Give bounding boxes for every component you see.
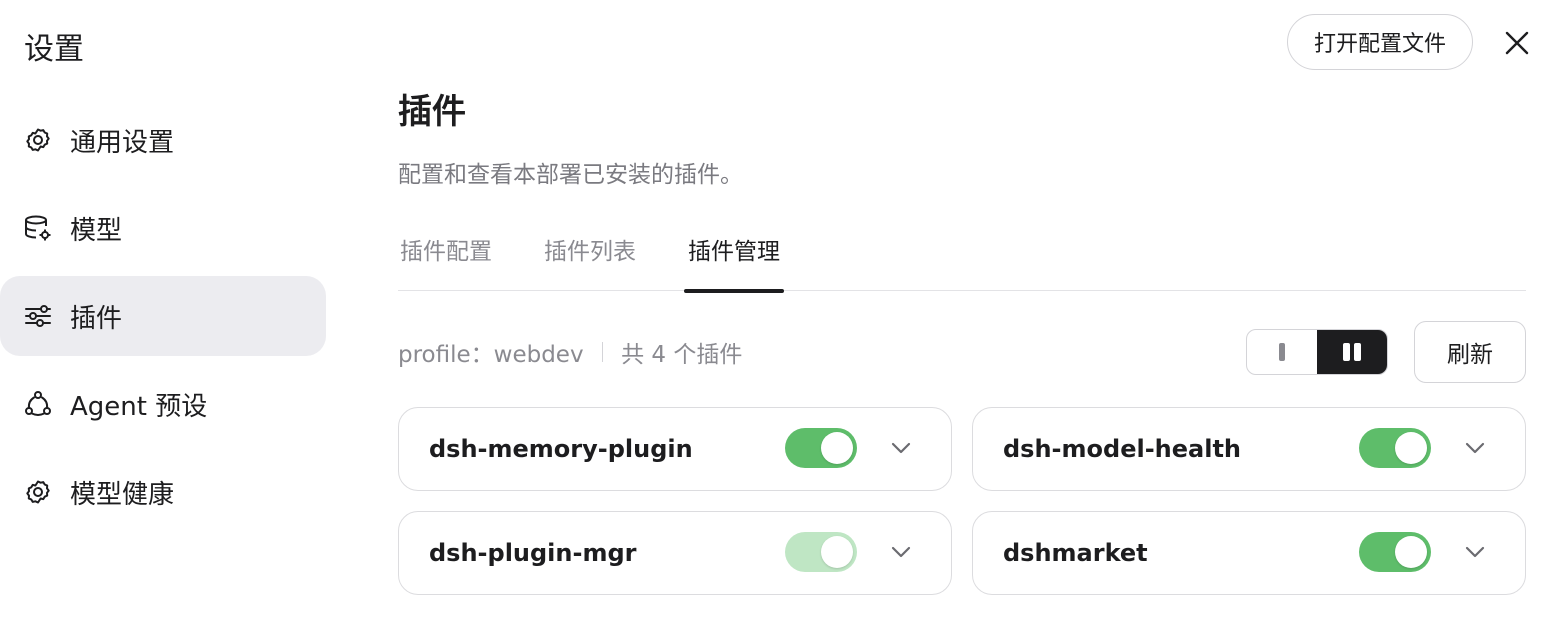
single-column-view-button[interactable] xyxy=(1247,330,1317,374)
sidebar-item-plugins[interactable]: 插件 xyxy=(0,276,326,356)
chevron-down-icon[interactable] xyxy=(887,434,915,462)
tab-plugin-list[interactable]: 插件列表 xyxy=(542,229,638,291)
sidebar-item-general-settings[interactable]: 通用设置 xyxy=(0,100,326,180)
chevron-down-icon[interactable] xyxy=(1461,538,1489,566)
sidebar-item-models[interactable]: 模型 xyxy=(0,188,326,268)
sliders-icon xyxy=(22,300,54,332)
plugin-count: 共 4 个插件 xyxy=(621,342,743,368)
main-panel: 插件 配置和查看本部署已安装的插件。 插件配置 插件列表 插件管理 profil… xyxy=(398,80,1526,595)
page-title: 插件 xyxy=(398,92,466,132)
toggle-knob xyxy=(821,432,853,464)
sidebar-item-model-health[interactable]: 模型健康 xyxy=(0,452,326,532)
plugin-card: dsh-memory-plugin xyxy=(398,407,952,491)
sidebar: 通用设置 模型 插件 Agent 预设 模型健康 xyxy=(0,100,326,540)
plugin-meta: profile：webdev 共 4 个插件 xyxy=(398,335,742,369)
sidebar-item-agent-presets[interactable]: Agent 预设 xyxy=(0,364,326,444)
plugin-toggle[interactable] xyxy=(785,428,857,468)
sidebar-item-label: Agent 预设 xyxy=(70,391,208,422)
open-config-file-button[interactable]: 打开配置文件 xyxy=(1287,14,1473,70)
profile-label: profile：webdev xyxy=(398,342,584,368)
app-title: 设置 xyxy=(24,32,84,67)
sidebar-item-label: 模型 xyxy=(70,215,123,246)
divider xyxy=(601,342,604,362)
plugin-toggle[interactable] xyxy=(785,532,857,572)
plugin-toggle[interactable] xyxy=(1359,428,1431,468)
toggle-knob xyxy=(821,536,853,568)
toggle-knob xyxy=(1395,432,1427,464)
tab-bar: 插件配置 插件列表 插件管理 xyxy=(398,229,1526,293)
two-column-view-button[interactable] xyxy=(1317,330,1387,374)
refresh-button[interactable]: 刷新 xyxy=(1414,321,1526,383)
sidebar-item-label: 插件 xyxy=(70,303,123,334)
page-description: 配置和查看本部署已安装的插件。 xyxy=(398,162,743,188)
gear-icon xyxy=(22,476,54,508)
tab-plugin-management[interactable]: 插件管理 xyxy=(684,229,784,293)
toggle-knob xyxy=(1395,536,1427,568)
agent-network-icon xyxy=(22,388,54,420)
chevron-down-icon[interactable] xyxy=(1461,434,1489,462)
plugin-name: dsh-memory-plugin xyxy=(429,435,693,463)
sidebar-item-label: 模型健康 xyxy=(70,479,175,510)
plugin-card: dshmarket xyxy=(972,511,1526,595)
gear-icon xyxy=(22,124,54,156)
plugin-name: dshmarket xyxy=(1003,539,1148,567)
view-mode-toggle xyxy=(1246,329,1388,375)
tab-plugin-config[interactable]: 插件配置 xyxy=(398,229,494,291)
plugin-name: dsh-model-health xyxy=(1003,435,1241,463)
plugin-name: dsh-plugin-mgr xyxy=(429,539,637,567)
two-column-icon xyxy=(1343,343,1361,361)
database-gear-icon xyxy=(22,212,54,244)
plugin-card: dsh-plugin-mgr xyxy=(398,511,952,595)
chevron-down-icon[interactable] xyxy=(887,538,915,566)
sidebar-item-label: 通用设置 xyxy=(70,127,175,158)
toolbar: profile：webdev 共 4 个插件 刷新 xyxy=(398,321,1526,383)
close-icon[interactable] xyxy=(1500,26,1534,60)
single-column-icon xyxy=(1279,343,1285,361)
plugin-card: dsh-model-health xyxy=(972,407,1526,491)
plugin-toggle[interactable] xyxy=(1359,532,1431,572)
